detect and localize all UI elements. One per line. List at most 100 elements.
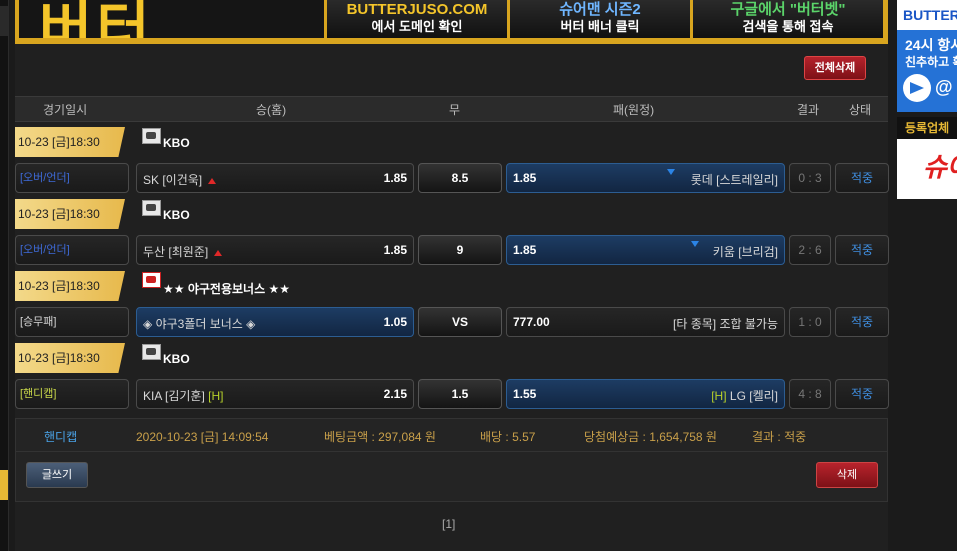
edge-tab-active — [0, 470, 8, 500]
away-odds: 777.00 — [513, 315, 550, 329]
away-selection[interactable]: 1.85 롯데 [스트레일리] — [506, 163, 785, 193]
summary-odds: 배당 : 5.57 — [480, 430, 536, 444]
home-team: KIA [김기훈] [H] — [143, 387, 224, 404]
game-result: 0 : 3 — [789, 163, 831, 193]
left-edge-strip — [0, 0, 9, 551]
summary-bet-type: 핸디캡 — [44, 430, 78, 444]
banner-line2: 버터 배너 클릭 — [560, 19, 640, 34]
status-badge: 적중 — [835, 163, 889, 193]
banner-line1: 슈어맨 시즌2 — [559, 1, 641, 18]
sidebar-brand[interactable]: BUTTERBET — [897, 0, 957, 30]
game-datetime: 10-23 [금]18:30 — [15, 271, 125, 301]
top-banner: 버터 BUTTERJUSO.COM 에서 도메인 확인 슈어맨 시즌2 버터 배… — [15, 0, 888, 44]
league-flag-icon — [142, 200, 161, 216]
banner-line2: 검색을 통해 접속 — [742, 19, 834, 34]
home-selection[interactable]: 두산 [최원준] 1.85 — [136, 235, 414, 265]
col-away: 패(원정) — [613, 103, 655, 117]
away-odds: 1.55 — [513, 387, 537, 401]
away-team-name: 롯데 [스트레일리] — [690, 173, 778, 187]
status-badge: 적중 — [835, 235, 889, 265]
summary-expected-win: 당첨예상금 : 1,654,758 원 — [584, 430, 717, 444]
away-team-name: [타 종목] 조합 불가능 — [673, 317, 778, 331]
away-team-name: 키움 [브리검] — [712, 245, 778, 259]
bet-type: [승무패] — [15, 307, 129, 337]
col-result: 결과 — [797, 103, 820, 117]
promo-line1: 24시 항시 — [905, 37, 957, 53]
under-arrow-icon — [691, 241, 699, 247]
telegram-handle: @ — [935, 77, 953, 97]
draw-line[interactable]: 1.5 — [418, 379, 502, 409]
table-header: 경기일시 승(홈) 무 패(원정) 결과 상태 — [15, 96, 888, 122]
away-selection[interactable]: 1.55 [H] LG [켈리] — [506, 379, 785, 409]
summary-result: 결과 : 적중 — [752, 430, 807, 444]
sidebar-ad[interactable]: 슈어 — [897, 139, 957, 199]
home-selection[interactable]: ◈ 야구3폴더 보너스 ◈ 1.05 — [136, 307, 414, 337]
home-odds: 1.05 — [383, 315, 407, 329]
home-team-name: KIA [김기훈] — [143, 389, 205, 403]
col-home: 승(홈) — [256, 103, 287, 117]
home-team: SK [이건욱] — [143, 171, 217, 188]
home-odds: 1.85 — [383, 243, 407, 257]
home-team-name: SK [이건욱] — [143, 173, 203, 187]
edge-tab — [0, 6, 8, 36]
league-name: KBO — [163, 136, 190, 150]
home-selection[interactable]: SK [이건욱] 1.85 — [136, 163, 414, 193]
away-team: [H] LG [켈리] — [711, 387, 778, 404]
game-result: 4 : 8 — [789, 379, 831, 409]
over-arrow-icon — [214, 249, 223, 256]
game-result: 1 : 0 — [789, 307, 831, 337]
action-bar: 글쓰기 삭제 — [15, 452, 888, 502]
banner-line1: BUTTERJUSO.COM — [346, 1, 488, 18]
banner-google-search[interactable]: 구글에서 "버터벳" 검색을 통해 접속 — [691, 0, 883, 38]
away-selection[interactable]: 777.00 [타 종목] 조합 불가능 — [506, 307, 785, 337]
banner-line2: 에서 도메인 확인 — [371, 19, 463, 34]
game-datetime: 10-23 [금]18:30 — [15, 343, 125, 373]
registered-sites-label: 등록업체 — [897, 117, 957, 139]
league-name: KBO — [163, 208, 190, 222]
pagination-page[interactable]: [1] — [442, 517, 455, 531]
write-button[interactable]: 글쓰기 — [26, 462, 88, 488]
banner-sureman[interactable]: 슈어맨 시즌2 버터 배너 클릭 — [508, 0, 690, 38]
under-arrow-icon — [667, 169, 675, 175]
telegram-banner[interactable]: 24시 항시 친추하고 확인 @ — [897, 30, 957, 112]
col-date: 경기일시 — [43, 103, 88, 117]
league-flag-icon — [142, 344, 161, 360]
game-datetime: 10-23 [금]18:30 — [15, 127, 125, 157]
bet-summary: 핸디캡 2020-10-23 [금] 14:09:54 베팅금액 : 297,0… — [15, 418, 888, 452]
status-badge: 적중 — [835, 379, 889, 409]
summary-bet-amount: 베팅금액 : 297,084 원 — [324, 430, 436, 444]
banner-logo-text: 버터 — [39, 0, 154, 38]
bonus-badge-icon — [142, 272, 161, 288]
col-status: 상태 — [849, 103, 872, 117]
home-team: 두산 [최원준] — [143, 243, 223, 260]
game-datetime: 10-23 [금]18:30 — [15, 199, 125, 229]
banner-line1: 구글에서 "버터벳" — [730, 1, 846, 18]
over-arrow-icon — [208, 177, 217, 184]
bet-type: [오버/언더] — [15, 235, 129, 265]
away-team-name: LG [켈리] — [729, 389, 778, 403]
home-odds: 2.15 — [383, 387, 407, 401]
summary-datetime: 2020-10-23 [금] 14:09:54 — [136, 430, 269, 444]
bet-type: [핸디캡] — [15, 379, 129, 409]
banner-logo[interactable]: 버터 — [19, 0, 324, 38]
promo-line2: 친추하고 확인 — [905, 55, 957, 69]
bet-type: [오버/언더] — [15, 163, 129, 193]
status-badge: 적중 — [835, 307, 889, 337]
league-name: KBO — [163, 352, 190, 366]
home-selection[interactable]: KIA [김기훈] [H] 2.15 — [136, 379, 414, 409]
handicap-tag: [H] — [711, 389, 727, 403]
col-draw: 무 — [449, 103, 461, 117]
delete-button[interactable]: 삭제 — [816, 462, 878, 488]
league-name: ★★ 야구전용보너스 ★★ — [163, 282, 290, 296]
draw-line[interactable]: 9 — [418, 235, 502, 265]
home-team-name: 두산 [최원준] — [143, 245, 209, 259]
away-selection[interactable]: 1.85 키움 [브리검] — [506, 235, 785, 265]
delete-all-button[interactable]: 전체삭제 — [804, 56, 866, 80]
draw-line[interactable]: VS — [418, 307, 502, 337]
away-odds: 1.85 — [513, 171, 537, 185]
banner-domain-check[interactable]: BUTTERJUSO.COM 에서 도메인 확인 — [325, 0, 507, 38]
home-odds: 1.85 — [383, 171, 407, 185]
draw-line[interactable]: 8.5 — [418, 163, 502, 193]
bet-history-panel: 버터 BUTTERJUSO.COM 에서 도메인 확인 슈어맨 시즌2 버터 배… — [15, 0, 889, 551]
telegram-plane-icon — [910, 82, 924, 94]
